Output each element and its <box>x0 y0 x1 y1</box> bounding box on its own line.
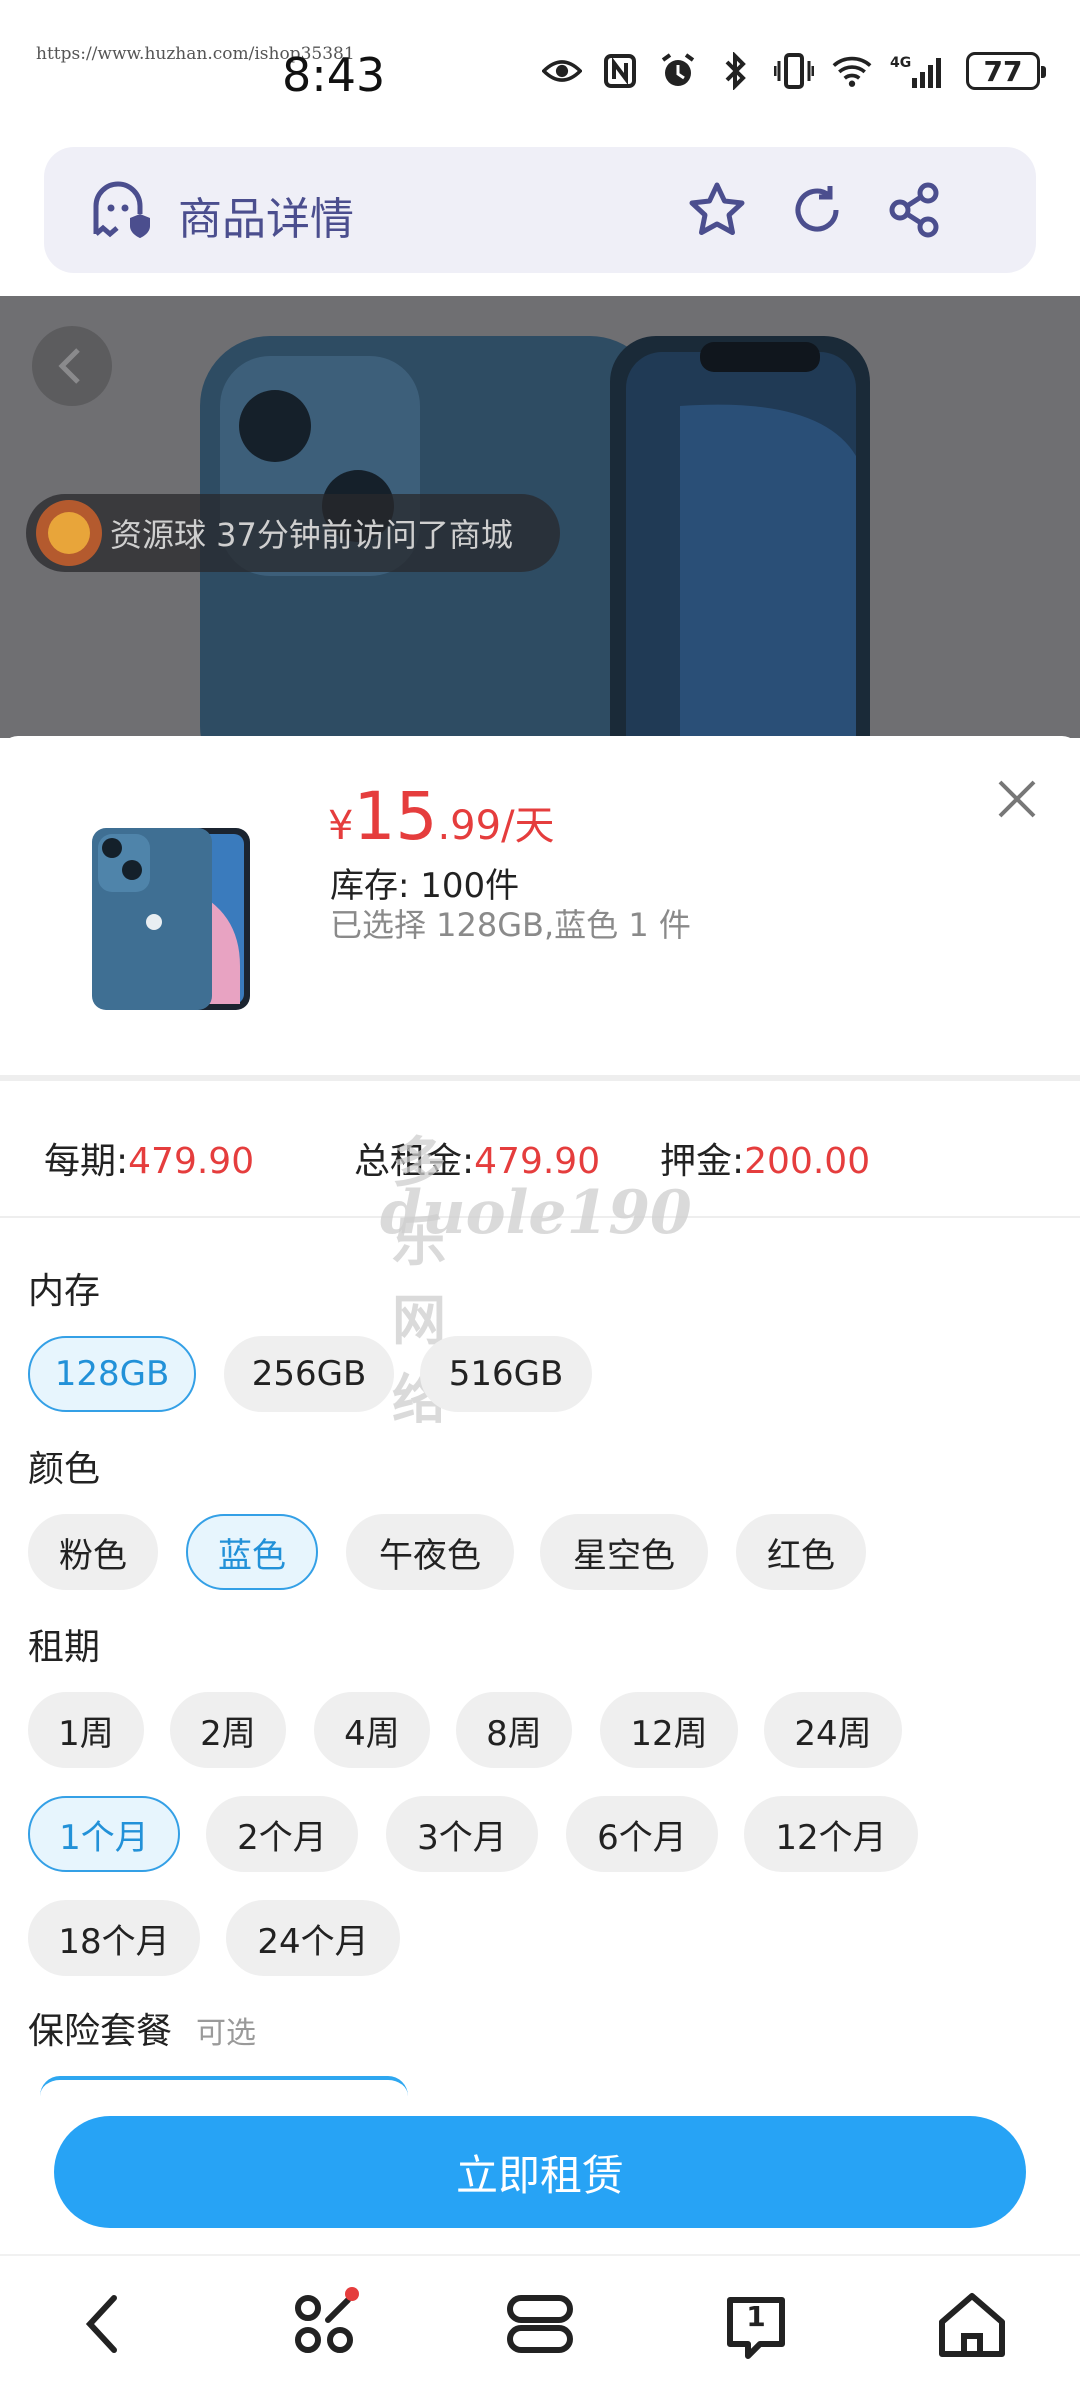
term-option-12-months[interactable]: 12个月 <box>744 1796 918 1872</box>
per-period-fee: 每期:479.90 <box>44 1132 254 1184</box>
color-option-pink[interactable]: 粉色 <box>28 1514 158 1590</box>
total-rent-fee: 总租金:479.90 <box>354 1132 600 1184</box>
memory-section-label: 内存 <box>28 1271 101 1312</box>
insurance-option-partial[interactable] <box>40 2076 408 2096</box>
per-period-value: 479.90 <box>128 1141 255 1182</box>
price-decimal: .99 <box>437 803 502 849</box>
price-integer: 15 <box>353 778 438 855</box>
term-option-2-weeks[interactable]: 2周 <box>170 1692 286 1768</box>
visit-notice-text: 资源球 37分钟前访问了商城 <box>110 516 513 554</box>
selected-spec-text: 已选择 128GB,蓝色 1 件 <box>330 906 691 944</box>
watermark-line2: duole190 <box>380 1178 692 1248</box>
deposit-fee: 押金:200.00 <box>660 1132 870 1184</box>
term-option-8-weeks[interactable]: 8周 <box>456 1692 572 1768</box>
privacy-ghost-icon[interactable] <box>86 178 150 242</box>
battery-indicator: 77 <box>966 52 1046 90</box>
insurance-label: 保险套餐 <box>28 2011 173 2052</box>
share-icon[interactable] <box>882 177 948 243</box>
color-option-red[interactable]: 红色 <box>736 1514 866 1590</box>
sku-summary: ¥15.99/天 库存: 100件 已选择 128GB,蓝色 1 件 <box>0 736 1080 1081</box>
insurance-optional-tag: 可选 <box>196 2016 257 2051</box>
tab-count: 1 <box>746 2300 766 2333</box>
color-option-midnight[interactable]: 午夜色 <box>346 1514 514 1590</box>
term-option-4-weeks[interactable]: 4周 <box>314 1692 430 1768</box>
insurance-section-label: 保险套餐 可选 <box>28 2002 256 2054</box>
back-icon[interactable] <box>66 2284 146 2364</box>
term-option-1-week[interactable]: 1周 <box>28 1692 144 1768</box>
memory-option-516gb[interactable]: 516GB <box>420 1336 592 1412</box>
deposit-value: 200.00 <box>744 1141 871 1182</box>
term-option-24-months[interactable]: 24个月 <box>226 1900 400 1976</box>
price-currency: ¥ <box>328 803 354 849</box>
visitor-avatar <box>36 500 102 566</box>
term-option-12-weeks[interactable]: 12周 <box>600 1692 738 1768</box>
memory-option-128gb[interactable]: 128GB <box>28 1336 196 1412</box>
term-option-1-month[interactable]: 1个月 <box>28 1796 180 1872</box>
status-time: 8:43 <box>282 48 386 102</box>
color-section-label: 颜色 <box>28 1449 101 1490</box>
rent-price: ¥15.99/天 <box>328 778 555 855</box>
term-section-label: 租期 <box>28 1627 101 1668</box>
per-period-label: 每期: <box>44 1141 129 1182</box>
fee-summary: 每期:479.90 总租金:479.90 押金:200.00 多乐网络 duol… <box>0 1088 1080 1431</box>
sku-selector-sheet: ¥15.99/天 库存: 100件 已选择 128GB,蓝色 1 件 每期:47… <box>0 736 1080 2400</box>
home-icon[interactable] <box>932 2284 1012 2364</box>
page-title: 商品详情 <box>178 194 354 245</box>
status-bar: https://www.huzhan.com/ishop35381 8:43 4… <box>0 0 1080 130</box>
apps-icon[interactable] <box>284 2284 364 2364</box>
refresh-icon[interactable] <box>784 177 850 243</box>
term-option-2-months[interactable]: 2个月 <box>206 1796 358 1872</box>
favorite-star-icon[interactable] <box>684 177 750 243</box>
browser-title-bar: 商品详情 <box>44 147 1036 273</box>
browser-bottom-nav: 1 <box>0 2254 1080 2400</box>
tab-count-icon[interactable]: 1 <box>716 2284 796 2364</box>
svg-text:4G: 4G <box>890 55 911 71</box>
back-button[interactable] <box>32 326 112 406</box>
memory-option-256gb[interactable]: 256GB <box>224 1336 394 1412</box>
term-option-24-weeks[interactable]: 24周 <box>764 1692 902 1768</box>
price-unit: /天 <box>501 803 555 849</box>
bluetooth-icon <box>716 52 756 90</box>
alarm-icon <box>658 52 698 90</box>
product-thumbnail <box>90 826 254 1012</box>
deposit-label: 押金: <box>660 1141 745 1182</box>
total-rent-value: 479.90 <box>474 1141 601 1182</box>
rent-now-button[interactable]: 立即租赁 <box>54 2116 1026 2228</box>
vibrate-icon <box>774 52 814 90</box>
term-option-18-months[interactable]: 18个月 <box>28 1900 200 1976</box>
visit-notice: 资源球 37分钟前访问了商城 <box>26 494 560 572</box>
color-option-starlight[interactable]: 星空色 <box>540 1514 708 1590</box>
nfc-icon <box>600 52 640 90</box>
term-option-6-months[interactable]: 6个月 <box>566 1796 718 1872</box>
wifi-icon <box>832 52 872 90</box>
color-option-blue[interactable]: 蓝色 <box>186 1514 318 1590</box>
term-option-3-months[interactable]: 3个月 <box>386 1796 538 1872</box>
product-image-area: 资源球 37分钟前访问了商城 <box>0 296 1080 738</box>
close-icon[interactable] <box>994 776 1040 822</box>
total-rent-label: 总租金: <box>354 1141 475 1182</box>
tabs-icon[interactable] <box>500 2284 580 2364</box>
status-icons: 4G 77 <box>542 52 1046 90</box>
eye-icon <box>542 52 582 90</box>
signal-icon: 4G <box>890 52 948 90</box>
